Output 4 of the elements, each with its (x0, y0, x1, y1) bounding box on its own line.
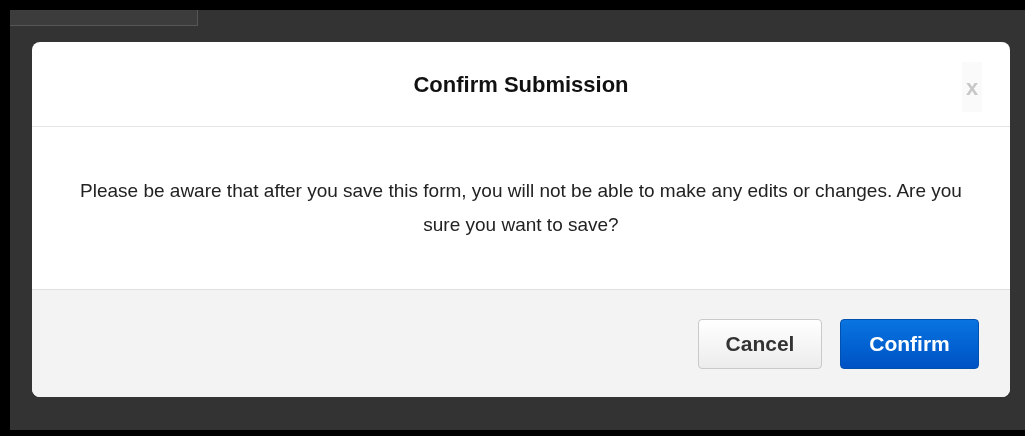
cancel-button[interactable]: Cancel (698, 318, 822, 369)
confirm-button[interactable]: Confirm (840, 318, 979, 369)
dialog-title: Confirm Submission (413, 70, 629, 99)
dialog-message: Please be aware that after you save this form, you will not be able to make any edits or changes. Are you sure you want to save? (79, 179, 963, 237)
